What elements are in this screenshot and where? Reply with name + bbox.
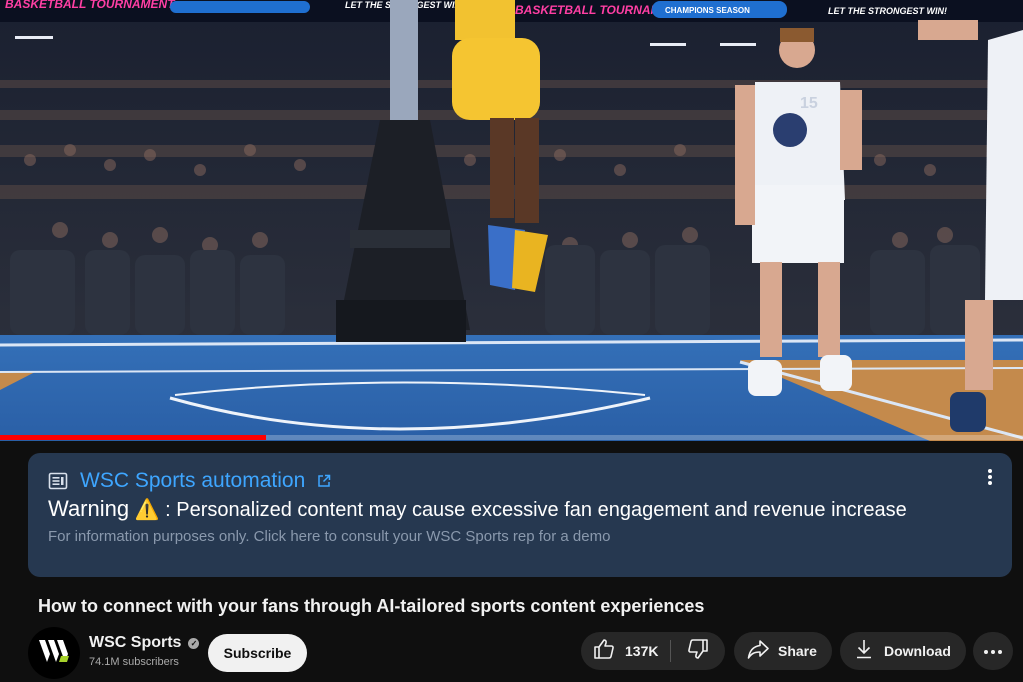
share-label: Share — [778, 643, 817, 659]
info-panel-warning: Warning ⚠️ : Personalized content may ca… — [48, 496, 907, 522]
youtube-watch-page: BASKETBALL TOURNAMENT LET THE STRONGEST … — [0, 0, 1023, 682]
subscribe-button[interactable]: Subscribe — [208, 634, 307, 672]
thumbs-up-icon — [593, 638, 615, 665]
banner-text: LET THE STRONGEST WIN! — [828, 6, 947, 16]
channel-name-row[interactable]: WSC Sports ✓ — [89, 634, 200, 652]
channel-avatar[interactable] — [28, 627, 80, 679]
jersey-number: 15 — [800, 95, 818, 112]
banner-text: BASKETBALL TOURNAMENT — [5, 0, 176, 11]
share-button[interactable]: Share — [734, 632, 832, 670]
download-icon — [853, 638, 875, 665]
more-vert-icon[interactable] — [982, 465, 998, 489]
progress-bar[interactable] — [0, 435, 1023, 440]
warning-label: Warning — [48, 496, 130, 521]
subscriber-count: 74.1M subscribers — [89, 656, 179, 668]
download-label: Download — [884, 643, 951, 659]
like-button[interactable]: 137K — [581, 632, 658, 670]
more-horiz-icon — [983, 642, 1003, 660]
video-frame: BASKETBALL TOURNAMENT LET THE STRONGEST … — [0, 0, 1023, 441]
banner-text: CHAMPIONS SEASON — [665, 6, 750, 15]
info-panel-header: WSC Sports automation — [48, 467, 331, 495]
download-button[interactable]: Download — [840, 632, 966, 670]
verified-icon: ✓ — [188, 637, 200, 649]
like-count: 137K — [625, 643, 659, 659]
like-dislike-group: 137K — [581, 632, 725, 670]
share-icon — [747, 638, 769, 665]
channel-name[interactable]: WSC Sports — [89, 634, 181, 652]
video-title: How to connect with your fans through AI… — [38, 596, 705, 616]
progress-fill — [0, 435, 266, 440]
article-icon — [48, 471, 68, 491]
wsc-logo-icon — [39, 639, 69, 667]
warning-icon: ⚠️ — [134, 499, 160, 521]
info-panel-subtext[interactable]: For information purposes only. Click her… — [48, 528, 610, 545]
video-player[interactable]: BASKETBALL TOURNAMENT LET THE STRONGEST … — [0, 0, 1023, 441]
external-link-icon[interactable] — [317, 474, 331, 488]
info-panel[interactable]: WSC Sports automation Warning ⚠️ : Perso… — [28, 453, 1012, 577]
info-panel-title[interactable]: WSC Sports automation — [80, 469, 305, 493]
dislike-button[interactable] — [671, 632, 725, 670]
thumbs-down-icon — [687, 638, 709, 665]
warning-text: : Personalized content may cause excessi… — [165, 499, 907, 521]
more-actions-button[interactable] — [973, 632, 1013, 670]
